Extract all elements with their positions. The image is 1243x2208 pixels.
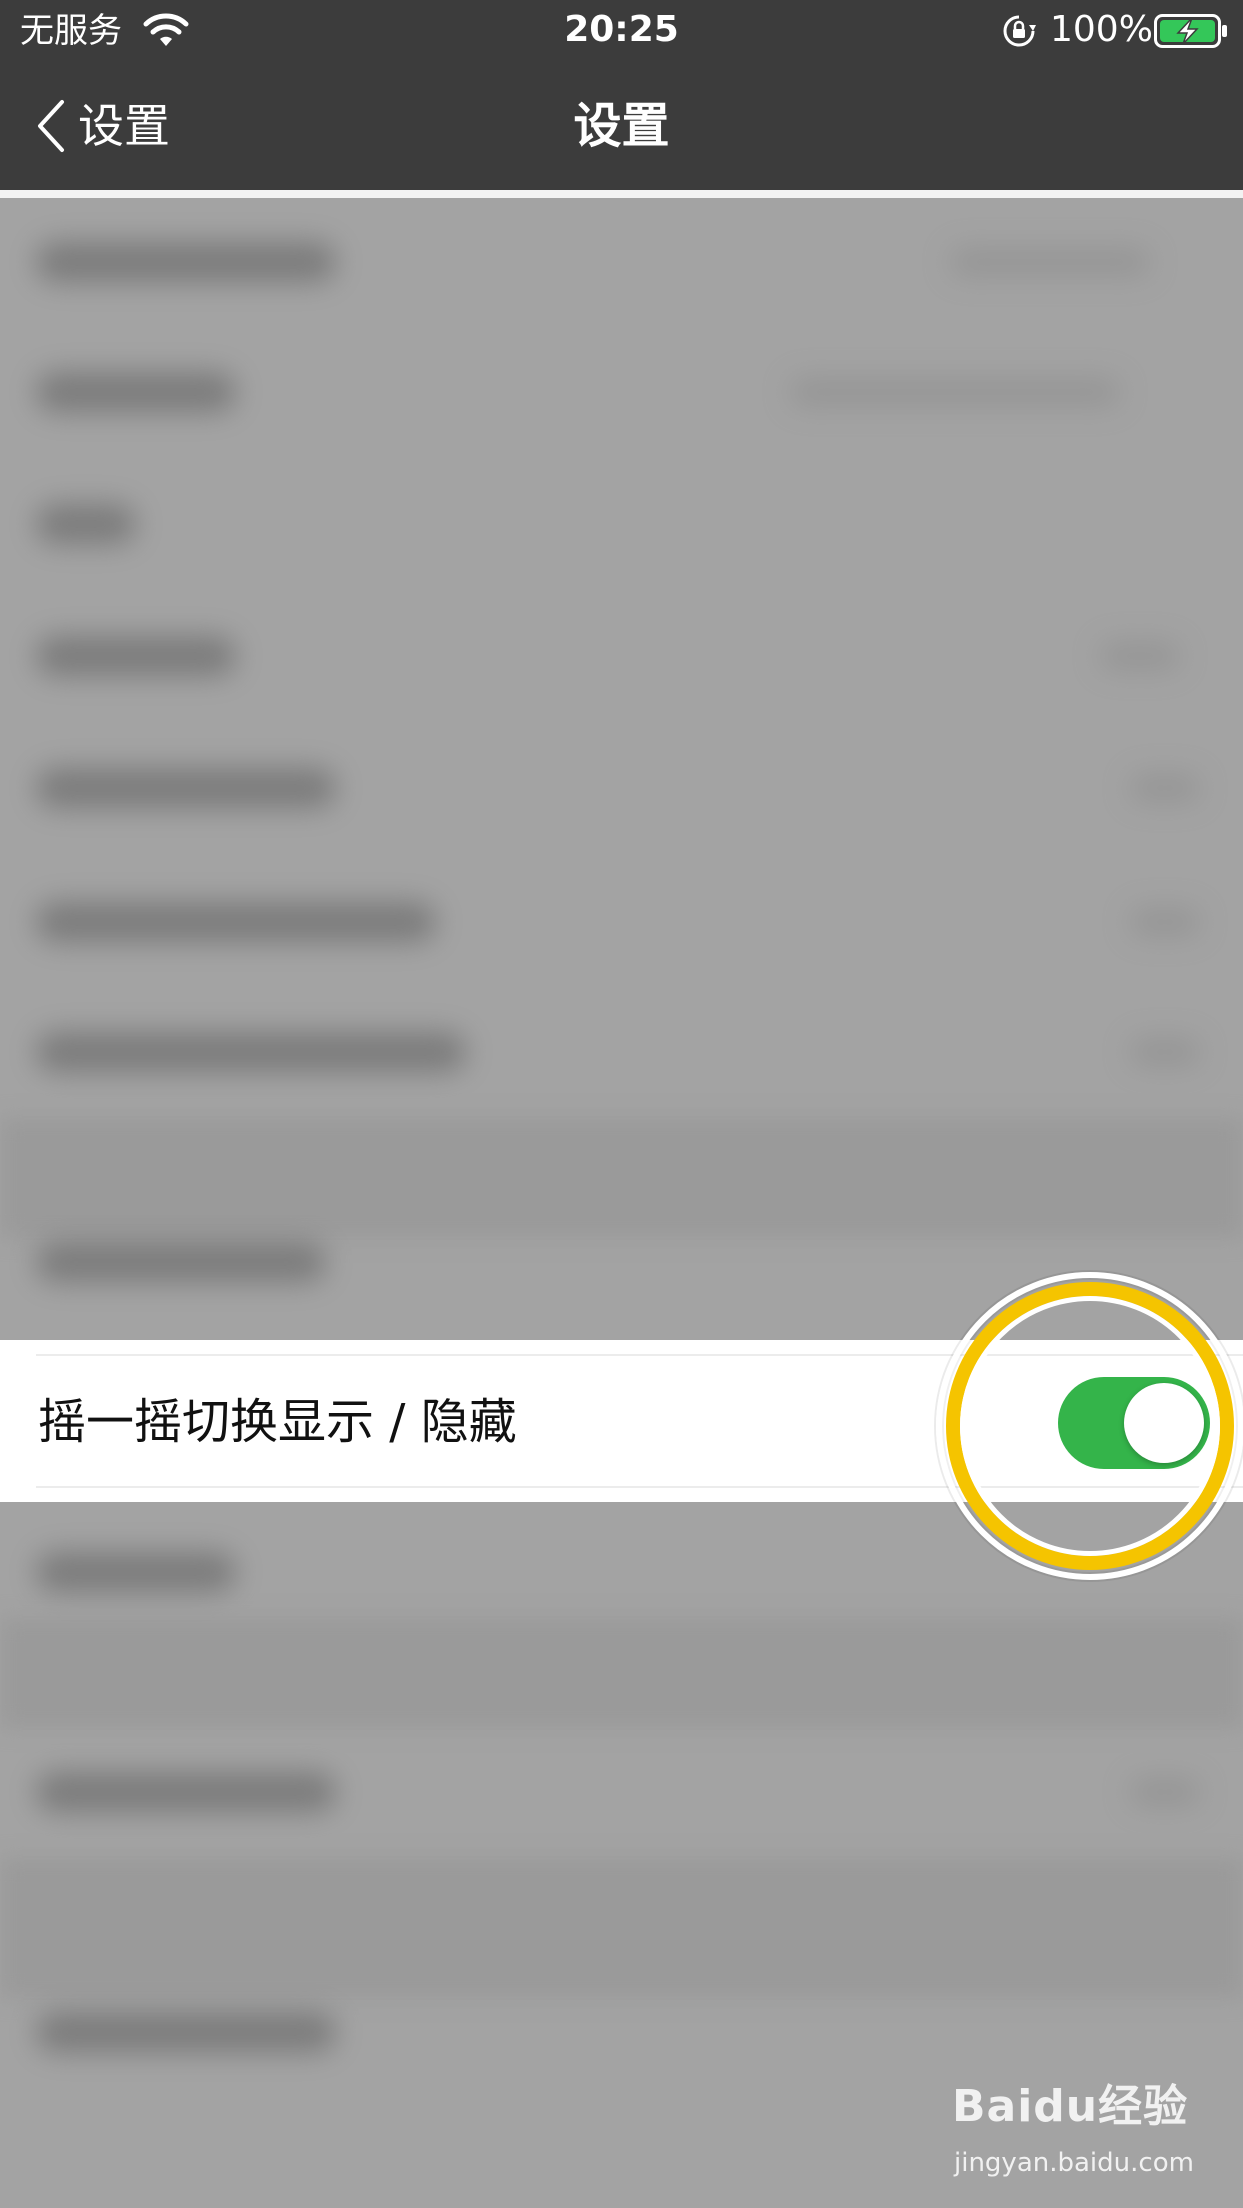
watermark-logo: Baidu经验: [952, 2081, 1189, 2132]
back-button-label: 设置: [78, 99, 170, 153]
list-item: [0, 858, 1243, 988]
shake-toggle-label: 摇一摇切换显示 / 隐藏: [38, 1394, 517, 1450]
watermark: Baidu经验 jingyan.baidu.com: [950, 2070, 1194, 2190]
settings-screen: 无服务 20:25 100% 设置 设置 摇一摇切换显示 / 隐藏 Baidu经…: [0, 0, 1243, 2208]
list-item: [0, 328, 1243, 458]
orientation-lock-icon: [1003, 15, 1036, 47]
highlight-ring: [936, 1272, 1243, 1580]
battery-percent: 100%: [1050, 9, 1153, 50]
back-button[interactable]: 设置: [32, 96, 170, 156]
list-item: [0, 1728, 1243, 1858]
list-item: [0, 460, 1243, 590]
page-title: 设置: [573, 98, 670, 154]
battery-charging-icon: [1154, 14, 1227, 48]
blurred-settings-list: [0, 198, 1243, 2208]
watermark-url: jingyan.baidu.com: [954, 2148, 1194, 2178]
section-separator: [0, 1618, 1243, 1728]
list-item: [0, 724, 1243, 854]
navigation-bar: 设置 设置: [0, 62, 1243, 190]
list-item: [0, 198, 1243, 328]
chevron-left-icon: [38, 100, 64, 152]
list-item: [0, 592, 1243, 722]
list-item: [0, 988, 1243, 1118]
nav-divider: [0, 190, 1243, 198]
status-bar: 无服务 20:25 100%: [0, 0, 1243, 62]
